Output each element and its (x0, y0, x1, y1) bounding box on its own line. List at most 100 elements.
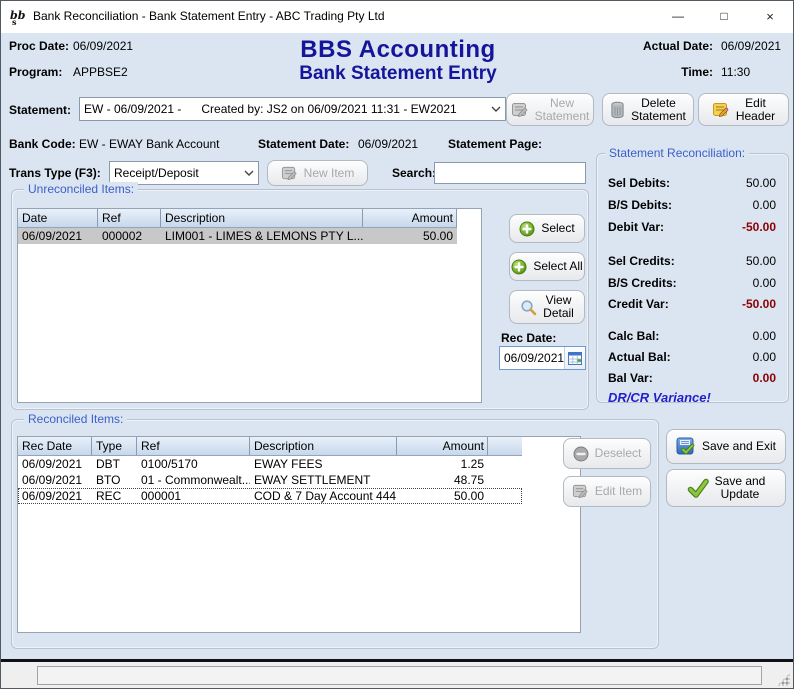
chevron-down-icon (487, 106, 505, 112)
view-detail-label-line1: View (546, 293, 572, 307)
statement-reconciliation-title: Statement Reconciliation: (605, 146, 749, 160)
reconciled-table-row[interactable]: 06/09/2021 BTO 01 - Commonwealt... EWAY … (18, 472, 522, 488)
save-and-update-label-line1: Save and (715, 474, 766, 488)
cell-amount: 1.25 (397, 456, 488, 472)
sel-credits-label: Sel Credits: (608, 254, 675, 268)
save-and-update-button[interactable]: Save andUpdate (666, 469, 786, 507)
sel-debits-value: 50.00 (746, 176, 776, 190)
unreconciled-list: Date Ref Description Amount 06/09/2021 0… (17, 208, 482, 403)
reconciled-group-title: Reconciled Items: (24, 412, 127, 426)
status-bar (1, 662, 793, 689)
bal-var-value: 0.00 (753, 371, 776, 385)
save-and-update-label-line2: Update (721, 487, 760, 501)
column-header-amount: Amount (363, 209, 457, 227)
edit-item-label: Edit Item (595, 485, 642, 498)
rec-date-field[interactable]: 06/09/2021 (499, 346, 586, 370)
view-detail-button[interactable]: ViewDetail (509, 290, 585, 324)
new-statement-icon (511, 101, 529, 119)
cell-description: EWAY FEES (250, 456, 397, 472)
debit-var-value: -50.00 (742, 220, 776, 234)
select-button[interactable]: Select (509, 214, 585, 243)
resize-grip[interactable] (777, 673, 790, 686)
column-header-description: Description (161, 209, 363, 227)
cell-ref: 000001 (137, 488, 250, 504)
cell-ref: 0100/5170 (137, 456, 250, 472)
save-and-exit-button[interactable]: Save and Exit (666, 429, 786, 464)
calc-bal-value: 0.00 (753, 329, 776, 343)
reconciled-table-row[interactable]: 06/09/2021 DBT 0100/5170 EWAY FEES 1.25 (18, 456, 522, 472)
minus-circle-icon (573, 446, 589, 462)
app-logo-icon: bb s (9, 8, 27, 26)
edit-note-icon (712, 101, 730, 119)
new-statement-label-line1: New (550, 96, 574, 110)
column-header-amount: Amount (397, 437, 488, 455)
credit-var-label: Credit Var: (608, 297, 669, 311)
select-all-button[interactable]: Select All (509, 252, 585, 281)
cell-rec-date: 06/09/2021 (18, 472, 92, 488)
window-title: Bank Reconciliation - Bank Statement Ent… (33, 9, 385, 23)
statement-combobox[interactable]: EW - 06/09/2021 - Created by: JS2 on 06/… (79, 97, 506, 121)
cell-amount: 50.00 (397, 488, 488, 504)
program-value: APPBSE2 (73, 65, 128, 79)
column-header-date: Date (18, 209, 98, 227)
cell-rec-date: 06/09/2021 (18, 488, 92, 504)
rec-date-value: 06/09/2021 (500, 351, 564, 365)
calendar-picker-button[interactable] (564, 347, 585, 369)
status-panel (37, 666, 762, 685)
client-area: Proc Date: 06/09/2021 Program: APPBSE2 B… (1, 33, 793, 659)
actual-bal-label: Actual Bal: (608, 350, 671, 364)
cell-amount: 48.75 (397, 472, 488, 488)
statement-date-value: 06/09/2021 (358, 137, 418, 151)
time-value: 11:30 (721, 65, 750, 79)
magnifier-icon (520, 299, 537, 316)
sel-debits-label: Sel Debits: (608, 176, 670, 190)
search-label: Search: (392, 166, 436, 180)
app-title: BBS Accounting (198, 36, 598, 64)
reconciled-header-row: Rec Date Type Ref Description Amount (18, 437, 522, 456)
actual-date-value: 06/09/2021 (721, 39, 781, 53)
plus-circle-icon (519, 221, 535, 237)
delete-statement-button[interactable]: DeleteStatement (602, 93, 694, 126)
edit-item-icon (572, 483, 589, 500)
select-label: Select (541, 222, 574, 235)
reconciled-table-row[interactable]: 06/09/2021 REC 000001 COD & 7 Day Accoun… (18, 488, 522, 504)
cell-type: BTO (92, 472, 137, 488)
screen-title: Bank Statement Entry (198, 63, 598, 85)
edit-header-label-line2: Header (736, 109, 775, 123)
green-check-icon (687, 477, 709, 499)
maximize-button[interactable]: □ (701, 1, 747, 32)
reconciled-list: Rec Date Type Ref Description Amount 06/… (17, 436, 581, 633)
search-input[interactable] (434, 162, 586, 184)
column-header-ref: Ref (98, 209, 161, 227)
column-header-type: Type (92, 437, 137, 455)
deselect-button: Deselect (563, 438, 651, 469)
cell-type: DBT (92, 456, 137, 472)
column-header-description: Description (250, 437, 397, 455)
deselect-label: Deselect (595, 447, 642, 460)
delete-statement-label-line2: Statement (631, 109, 686, 123)
new-statement-label-line2: Statement (535, 109, 590, 123)
statement-combobox-value: EW - 06/09/2021 - Created by: JS2 on 06/… (80, 102, 487, 116)
credit-var-value: -50.00 (742, 297, 776, 311)
statement-reconciliation-group: Statement Reconciliation: Sel Debits:50.… (596, 153, 789, 403)
minimize-button[interactable]: — (655, 1, 701, 32)
app-window: bb s Bank Reconciliation - Bank Statemen… (0, 0, 794, 689)
close-button[interactable]: × (747, 1, 793, 32)
cell-rec-date: 06/09/2021 (18, 456, 92, 472)
chevron-down-icon (240, 170, 258, 176)
statement-label: Statement: (9, 103, 71, 117)
variance-note: DR/CR Variance! (608, 390, 711, 405)
rec-date-label: Rec Date: (501, 331, 556, 345)
edit-header-button[interactable]: EditHeader (698, 93, 789, 126)
unreconciled-table-row[interactable]: 06/09/2021 000002 LIM001 - LIMES & LEMON… (18, 228, 457, 244)
trans-type-combobox-value: Receipt/Deposit (110, 166, 240, 180)
trans-type-label: Trans Type (F3): (9, 166, 101, 180)
cell-description: LIM001 - LIMES & LEMONS PTY L... (161, 228, 363, 244)
save-and-exit-label: Save and Exit (702, 440, 776, 453)
cell-ref: 000002 (98, 228, 161, 244)
debit-var-label: Debit Var: (608, 220, 664, 234)
edit-header-label-line1: Edit (745, 96, 766, 110)
calc-bal-label: Calc Bal: (608, 329, 659, 343)
unreconciled-group-title: Unreconciled Items: (24, 182, 138, 196)
bs-credits-value: 0.00 (753, 276, 776, 290)
